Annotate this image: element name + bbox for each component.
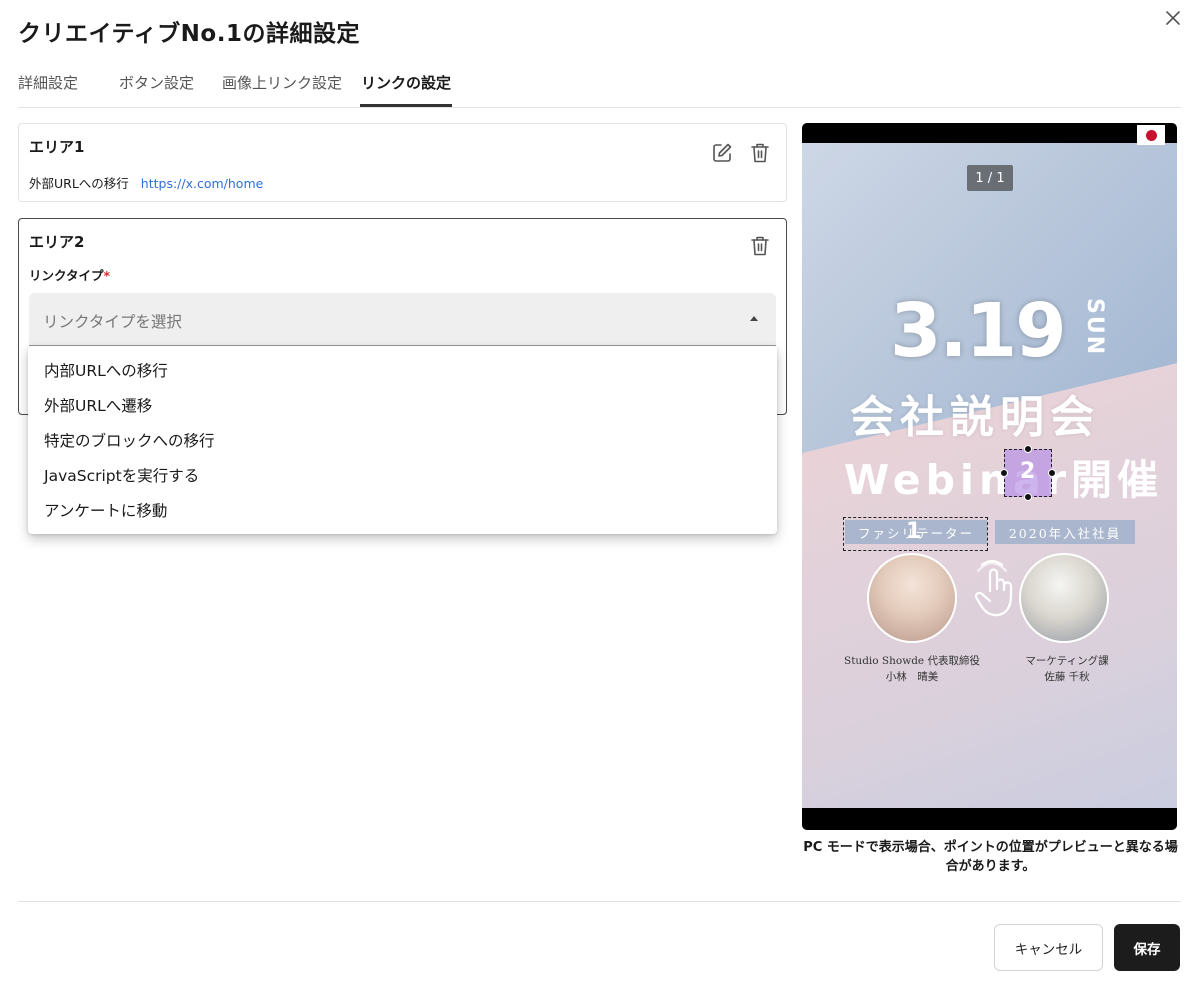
avatar (1019, 553, 1109, 643)
role-tag-employee: 2020年入社社員 (995, 520, 1135, 544)
speaker-2: マーケティング課 佐藤 千秋 (1007, 653, 1127, 685)
speaker-1-name: 小林 晴美 (885, 671, 939, 683)
dialog-title: クリエイティブNo.1の詳細設定 (18, 21, 360, 47)
japan-flag-icon (1137, 125, 1165, 145)
save-button[interactable]: 保存 (1114, 924, 1180, 971)
link-type-select[interactable]: リンクタイプを選択 (29, 293, 776, 346)
option-survey[interactable]: アンケートに移動 (28, 494, 777, 529)
preview-bottom-bar (802, 808, 1177, 830)
avatar (867, 553, 957, 643)
option-javascript[interactable]: JavaScriptを実行する (28, 459, 777, 494)
tab-image-link-settings[interactable]: 画像上リンク設定 (222, 72, 342, 93)
tap-hand-icon (968, 555, 1024, 621)
option-internal-url[interactable]: 内部URLへの移行 (28, 354, 777, 389)
edit-icon[interactable] (709, 140, 735, 166)
link-area-2-number: 2 (1020, 459, 1036, 484)
speaker-1-title: Studio Showde 代表取締役 (844, 655, 980, 667)
tab-link-settings[interactable]: リンクの設定 (361, 72, 451, 93)
area-title: エリア2 (29, 233, 85, 251)
area-title: エリア1 (29, 138, 85, 156)
active-tab-indicator (360, 104, 452, 107)
resize-handle-bottom[interactable] (1024, 493, 1032, 501)
required-mark: * (103, 268, 111, 283)
link-type-label: リンクタイプ* (29, 265, 110, 284)
resize-handle-right[interactable] (1048, 469, 1056, 477)
area-link-summary: 外部URLへの移行 https://x.com/home (29, 173, 263, 192)
creative-preview: 1 / 1 3.19 SUN 会社説明会 Webinar開催 ファシリテーター … (802, 123, 1177, 830)
trash-icon[interactable] (747, 233, 773, 259)
option-external-url[interactable]: 外部URLへ遷移 (28, 389, 777, 424)
event-headline: 会社説明会 (850, 392, 1100, 443)
trash-icon[interactable] (747, 140, 773, 166)
link-url[interactable]: https://x.com/home (141, 176, 264, 191)
footer-divider (18, 901, 1181, 902)
tab-detail-settings[interactable]: 詳細設定 (18, 72, 78, 93)
speaker-1: Studio Showde 代表取締役 小林 晴美 (842, 653, 982, 685)
link-type-text: 外部URLへの移行 (29, 176, 129, 191)
cancel-button[interactable]: キャンセル (994, 924, 1103, 971)
close-icon[interactable] (1161, 6, 1185, 30)
tab-button-settings[interactable]: ボタン設定 (119, 72, 194, 93)
link-type-dropdown: 内部URLへの移行 外部URLへ遷移 特定のブロックへの移行 JavaScrip… (28, 346, 777, 534)
link-area-1-number: 1 (906, 519, 922, 544)
resize-handle-left[interactable] (1000, 469, 1008, 477)
event-date: 3.19 (890, 288, 1067, 374)
caret-up-icon (750, 316, 758, 321)
speaker-2-title: マーケティング課 (1025, 655, 1109, 667)
slide-counter: 1 / 1 (967, 165, 1013, 191)
preview-note: PC モードで表示場合、ポイントの位置がプレビューと異なる場合があります。 (803, 840, 1178, 874)
option-block[interactable]: 特定のブロックへの移行 (28, 424, 777, 459)
speaker-2-name: 佐藤 千秋 (1044, 671, 1090, 683)
select-placeholder: リンクタイプを選択 (43, 313, 182, 331)
preview-top-bar (802, 123, 1177, 143)
event-day: SUN (1082, 298, 1107, 357)
tab-bar: 詳細設定 ボタン設定 画像上リンク設定 リンクの設定 (18, 70, 1181, 108)
link-type-label-text: リンクタイプ (29, 268, 104, 283)
area-card-1: エリア1 外部URLへの移行 https://x.com/home (18, 123, 787, 202)
resize-handle-top[interactable] (1024, 445, 1032, 453)
